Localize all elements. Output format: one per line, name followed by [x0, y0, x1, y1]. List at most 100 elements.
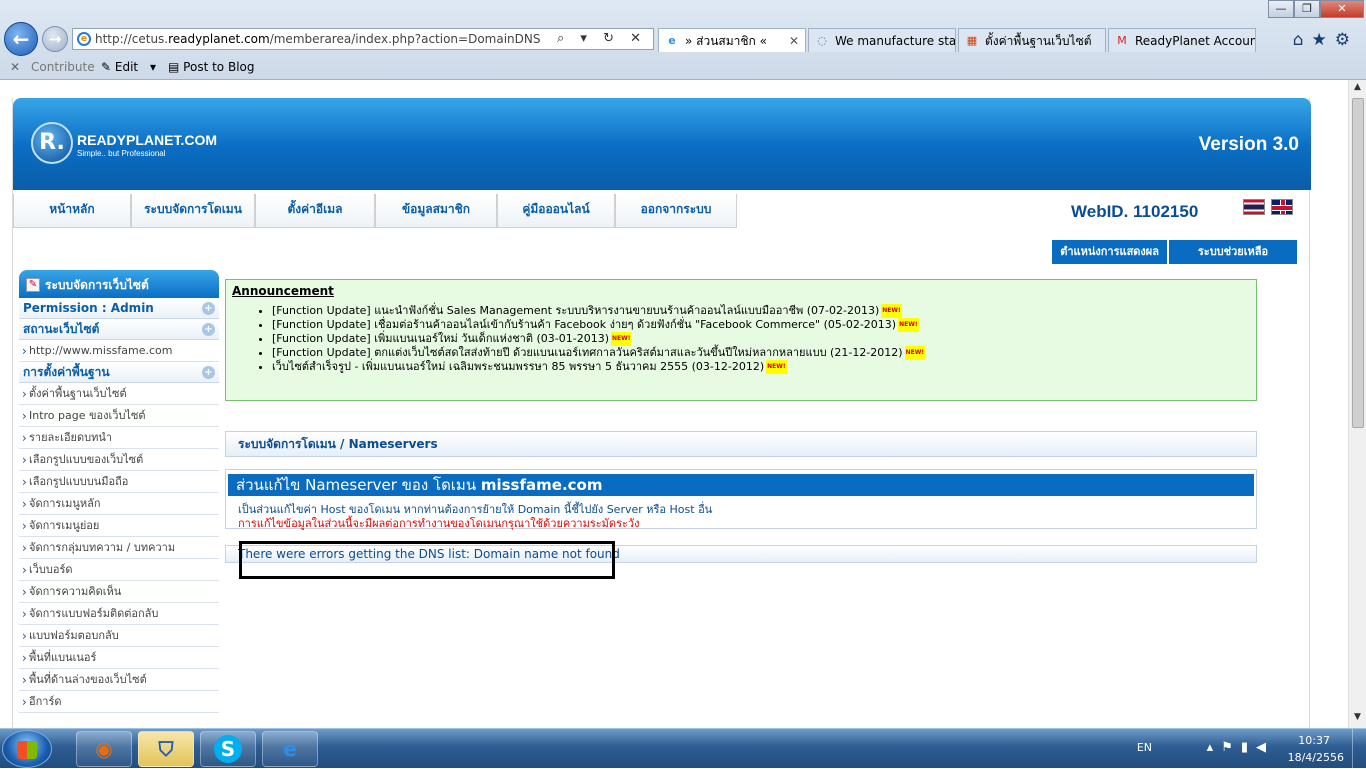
sidebar-item[interactable]: รายละเอียดบทนำ: [19, 427, 219, 449]
contribute-button[interactable]: Contribute: [31, 56, 95, 78]
sidebar-item[interactable]: พื้นที่แบนเนอร์: [19, 647, 219, 669]
volume-icon[interactable]: ◀: [1256, 740, 1274, 755]
tab-member-area[interactable]: e » ส่วนสมาชิก « ✕: [658, 28, 806, 52]
skype-taskbar-icon[interactable]: S: [200, 731, 256, 767]
forward-button[interactable]: →: [42, 26, 68, 52]
post-label: Post to Blog: [183, 60, 255, 74]
sidebar-item[interactable]: เลือกรูปแบบบนมือถือ: [19, 471, 219, 493]
sidebar-item[interactable]: จัดการแบบฟอร์มติดต่อกลับ: [19, 603, 219, 625]
action-center-icon[interactable]: ⚑: [1221, 740, 1241, 755]
sidebar-item[interactable]: จัดการความคิดเห็น: [19, 581, 219, 603]
address-path: /memberarea/index.php?action=DomainDNS: [269, 32, 541, 46]
post-to-blog-button[interactable]: ▤ Post to Blog: [168, 56, 254, 78]
sidebar-section-site-status[interactable]: สถานะเว็บไซต์ +: [19, 319, 219, 340]
nav-home[interactable]: หน้าหลัก: [13, 194, 131, 228]
nav-online-manual[interactable]: คู่มือออนไลน์: [497, 194, 615, 228]
new-badge: NEW!: [610, 332, 632, 346]
firefox-taskbar-icon[interactable]: ◉: [76, 731, 132, 767]
sidebar-item[interactable]: จัดการกลุ่มบทความ / บทความ: [19, 537, 219, 559]
announcement-item[interactable]: เว็บไซต์สำเร็จรูป - เพิ่มแบนเนอร์ใหม่ เฉ…: [272, 360, 1250, 374]
tab-readyplanet-account[interactable]: M ReadyPlanet Accoun...: [1108, 28, 1256, 52]
sidebar-section-basic-settings[interactable]: การตั้งค่าพื้นฐาน +: [19, 362, 219, 383]
expand-icon[interactable]: +: [202, 302, 215, 315]
panel-title-prefix: ส่วนแก้ไข Nameserver ของ โดเมน: [236, 476, 477, 494]
page-viewport: R. READYPLANET.COM Simple.. but Professi…: [0, 80, 1348, 728]
window-controls: — ❐ ✕: [1268, 0, 1364, 18]
nav-member-info[interactable]: ข้อมูลสมาชิก: [375, 194, 497, 228]
sidebar-item[interactable]: แบบฟอร์มตอบกลับ: [19, 625, 219, 647]
sidebar-item[interactable]: จัดการเมนูหลัก: [19, 493, 219, 515]
nav-logout[interactable]: ออกจากระบบ: [615, 194, 737, 228]
ie-page-icon: e: [77, 32, 91, 46]
sidebar-item[interactable]: เลือกรูปแบบของเว็บไซต์: [19, 449, 219, 471]
ie-icon: e: [668, 34, 676, 47]
sidebar-item-site-url[interactable]: http://www.missfame.com: [19, 340, 219, 362]
edit-pen-icon: ✎: [26, 278, 40, 292]
announcement-text: [Function Update] แนะนำฟังก์ชั่น Sales M…: [272, 304, 880, 317]
clock-time[interactable]: 10:37: [1298, 734, 1330, 747]
version-label: Version 3.0: [1198, 134, 1299, 155]
section-label: สถานะเว็บไซต์: [23, 322, 100, 336]
address-bar[interactable]: e http://cetus.readyplanet.com/memberare…: [72, 28, 654, 50]
home-favorites-tools-icons[interactable]: ⌂★⚙: [1293, 30, 1358, 50]
vertical-scrollbar[interactable]: ▲ ▼: [1348, 80, 1366, 728]
address-tools-icons[interactable]: ⌕ ▾ ↻ ✕: [557, 29, 647, 49]
network-icon[interactable]: ▮: [1241, 740, 1256, 755]
announcement-item[interactable]: [Function Update] แนะนำฟังก์ชั่น Sales M…: [272, 304, 1250, 318]
back-button[interactable]: ←: [4, 22, 38, 56]
sidebar-item[interactable]: อีการ์ด: [19, 691, 219, 713]
announcement-item[interactable]: [Function Update] เพิ่มแบนเนอร์ใหม่ วันเ…: [272, 332, 1250, 346]
display-position-button[interactable]: ตำแหน่งการแสดงผล: [1052, 240, 1167, 264]
announcement-item[interactable]: [Function Update] ตกแต่งเว็บไซต์สดใสส่งท…: [272, 346, 1250, 360]
readyplanet-site: R. READYPLANET.COM Simple.. but Professi…: [12, 98, 1311, 728]
tab-manufacture[interactable]: ◌ We manufacture stai...: [808, 28, 956, 52]
minimize-button[interactable]: —: [1268, 0, 1294, 18]
new-badge: NEW!: [904, 346, 926, 360]
new-badge: NEW!: [898, 318, 919, 332]
sidebar-item[interactable]: พื้นที่ด้านล่างของเว็บไซต์: [19, 669, 219, 691]
expand-icon[interactable]: +: [202, 366, 215, 379]
blog-icon: ▤: [168, 60, 180, 74]
security-shield-taskbar-icon[interactable]: ⛉: [138, 731, 194, 767]
sidebar-item[interactable]: Intro page ของเว็บไซต์: [19, 405, 219, 427]
address-domain: readyplanet.com: [168, 32, 270, 46]
readyplanet-logo-icon[interactable]: R.: [31, 122, 73, 164]
announcement-title: Announcement: [232, 284, 334, 298]
sidebar-item[interactable]: เว็บบอร์ด: [19, 559, 219, 581]
sidebar-item[interactable]: จัดการเมนูย่อย: [19, 515, 219, 537]
panel-title: ส่วนแก้ไข Nameserver ของ โดเมน missfame.…: [228, 474, 1254, 496]
scrollbar-thumb[interactable]: [1352, 98, 1364, 428]
start-button[interactable]: [2, 730, 52, 768]
thai-flag-icon[interactable]: [1243, 199, 1265, 215]
sidebar-section-permission[interactable]: Permission : Admin +: [19, 298, 219, 319]
maximize-button[interactable]: ❐: [1294, 0, 1320, 18]
tab-basic-settings[interactable]: ▦ ตั้งค่าพื้นฐานเว็บไซต์: [958, 28, 1106, 52]
close-bar-icon[interactable]: ✕: [10, 56, 20, 78]
nav-email-settings[interactable]: ตั้งค่าอีเมล: [255, 194, 375, 228]
expand-icon[interactable]: +: [202, 323, 215, 336]
sidebar-item[interactable]: ตั้งค่าพื้นฐานเว็บไซต์: [19, 383, 219, 405]
command-bar: ✕ Contribute ✎ Edit ▾ ▤ Post to Blog: [0, 56, 1366, 78]
help-system-button[interactable]: ระบบช่วยเหลือ: [1169, 240, 1297, 264]
scroll-up-icon[interactable]: ▲: [1351, 82, 1364, 96]
edit-icon: ✎: [101, 60, 112, 74]
tab-label: » ส่วนสมาชิก «: [685, 34, 767, 48]
tab-label: ตั้งค่าพื้นฐานเว็บไซต์: [985, 34, 1092, 48]
clock-date[interactable]: 18/4/2556: [1288, 751, 1344, 764]
announcement-text: [Function Update] เชื่อมต่อร้านค้าออนไลน…: [272, 318, 897, 331]
tab-close-icon[interactable]: ✕: [789, 29, 799, 52]
edit-button[interactable]: ✎ Edit ▾: [101, 56, 156, 78]
tray-arrow-icon[interactable]: ▴: [1207, 740, 1222, 755]
scroll-down-icon[interactable]: ▼: [1351, 712, 1364, 726]
highlight-box: [239, 541, 615, 579]
uk-flag-icon[interactable]: [1271, 199, 1293, 215]
language-indicator[interactable]: EN: [1137, 741, 1152, 754]
logo-name: READYPLANET.COM: [77, 132, 218, 148]
sidebar-title: ระบบจัดการเว็บไซต์: [45, 278, 149, 292]
close-window-button[interactable]: ✕: [1320, 0, 1364, 18]
nav-domain-management[interactable]: ระบบจัดการโดเมน: [131, 194, 255, 228]
internet-explorer-taskbar-icon[interactable]: e: [262, 731, 318, 767]
announcement-item[interactable]: [Function Update] เชื่อมต่อร้านค้าออนไลน…: [272, 318, 1250, 332]
tray-icons[interactable]: ▴⚑▮◀: [1207, 740, 1274, 755]
show-desktop-button[interactable]: [1352, 729, 1366, 769]
